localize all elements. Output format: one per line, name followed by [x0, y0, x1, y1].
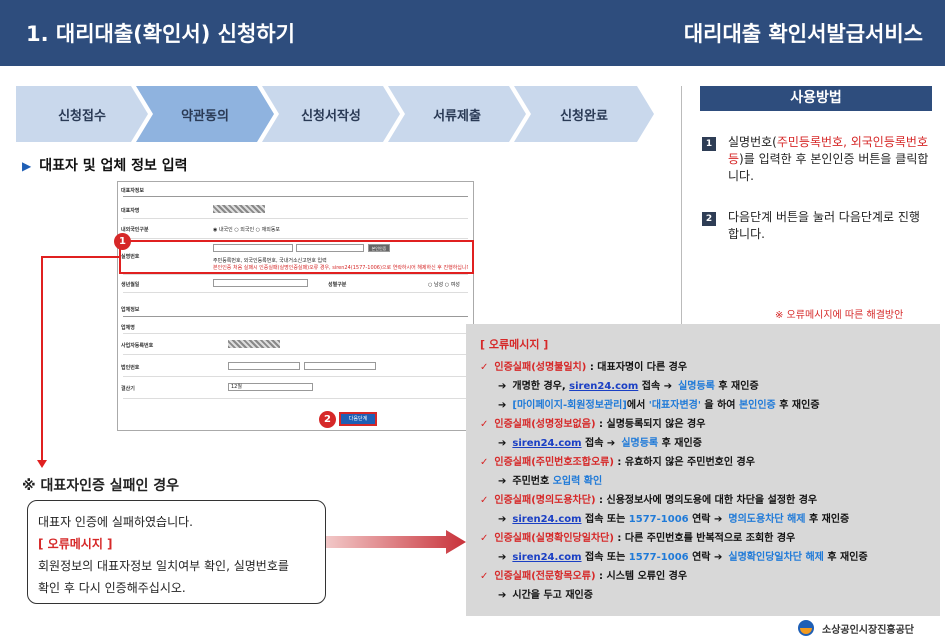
usage-item-1: 1 실명번호(주민등록번호, 외국인등록번호 등)를 입력한 후 본인인증 버튼…	[702, 134, 930, 185]
divider	[681, 86, 682, 336]
masked-field	[213, 205, 265, 213]
error-item: ✓ 인증실패(성명불일치) : 대표자명이 다른 경우	[480, 362, 688, 373]
form-screenshot: 대표자정보 대표자명 내외국인구분 ◉ 내국인 ○ 외국인 ○ 재외동포 실명번…	[117, 181, 474, 431]
step-2-active: 약관동의	[136, 86, 274, 142]
masked-biz-reg	[228, 340, 280, 348]
error-item: ✓ 인증실패(성명정보없음) : 실명등록되지 않은 경우	[480, 419, 706, 430]
corp-reg-input[interactable]	[228, 362, 300, 370]
gender-radio[interactable]: ○ 남성 ○ 여성	[428, 281, 460, 288]
error-message-panel: [ 오류메시지 ] ✓ 인증실패(성명불일치) : 대표자명이 다른 경우 ➔ 개명…	[466, 324, 940, 616]
page-title: 1. 대리대출(확인서) 신청하기	[26, 22, 295, 46]
next-step-button[interactable]: 다음단계	[339, 412, 377, 426]
error-item: ✓ 인증실패(주민번호조합오류) : 유효하지 않은 주민번호인 경우	[480, 457, 755, 468]
settle-select[interactable]: 12월	[228, 383, 313, 391]
logo-mark-icon	[798, 620, 814, 636]
page-header: 1. 대리대출(확인서) 신청하기 대리대출 확인서발급서비스	[0, 0, 945, 66]
arrow-icon: ➔	[498, 381, 507, 392]
error-item: ✓ 인증실패(실명확인당일차단) : 다른 주민번호를 반복적으로 조회한 경우	[480, 533, 796, 544]
corp-reg-input-2[interactable]	[304, 362, 376, 370]
error-item: ✓ 인증실패(명의도용차단) : 신용정보사에 명의도용에 대한 차단을 설정한 …	[480, 495, 818, 506]
highlight-id-row	[119, 240, 474, 274]
usage-title: 사용방법	[700, 86, 932, 111]
check-icon: ✓	[480, 362, 489, 373]
solution-note: ※ 오류메시지에 따른 해결방안	[775, 310, 904, 321]
arrow-icon: ➔	[498, 400, 507, 411]
badge-2: 2	[319, 411, 336, 428]
step-1: 신청접수	[16, 86, 148, 142]
down-arrow-icon	[37, 460, 47, 468]
step-5: 신청완료	[514, 86, 654, 142]
triangle-icon: ▶	[22, 159, 32, 173]
section-title: ▶ 대표자 및 업체 정보 입력	[22, 158, 188, 174]
service-name: 대리대출 확인서발급서비스	[683, 22, 923, 46]
connector-line-vertical	[41, 256, 43, 463]
siren24-link[interactable]: siren24.com	[512, 514, 581, 525]
step-3: 신청서작성	[262, 86, 400, 142]
step-4: 서류제출	[388, 86, 526, 142]
badge-1: 1	[114, 233, 131, 250]
nationality-radio[interactable]: ◉ 내국인 ○ 외국인 ○ 재외동포	[213, 226, 280, 233]
step-indicator: 신청접수 약관동의 신청서작성 서류제출 신청완료	[16, 86, 656, 142]
birth-input[interactable]	[213, 279, 308, 287]
right-arrow-icon	[326, 530, 466, 554]
siren24-link[interactable]: siren24.com	[512, 552, 581, 563]
org-logo: 소상공인시장진흥공단	[796, 619, 914, 637]
siren24-link[interactable]: siren24.com	[512, 438, 581, 449]
fail-message-box: 대표자 인증에 실패하였습니다. [ 오류메시지 ] 회원정보의 대표자정보 일…	[27, 500, 326, 604]
connector-line	[41, 256, 120, 258]
fail-title: ※ 대표자인증 실패인 경우	[22, 478, 180, 494]
error-item: ✓ 인증실패(전문항목오류) : 시스템 오류인 경우	[480, 571, 688, 582]
usage-item-2: 2 다음단계 버튼을 눌러 다음단계로 진행합니다.	[702, 209, 930, 243]
siren24-link[interactable]: siren24.com	[569, 381, 638, 392]
